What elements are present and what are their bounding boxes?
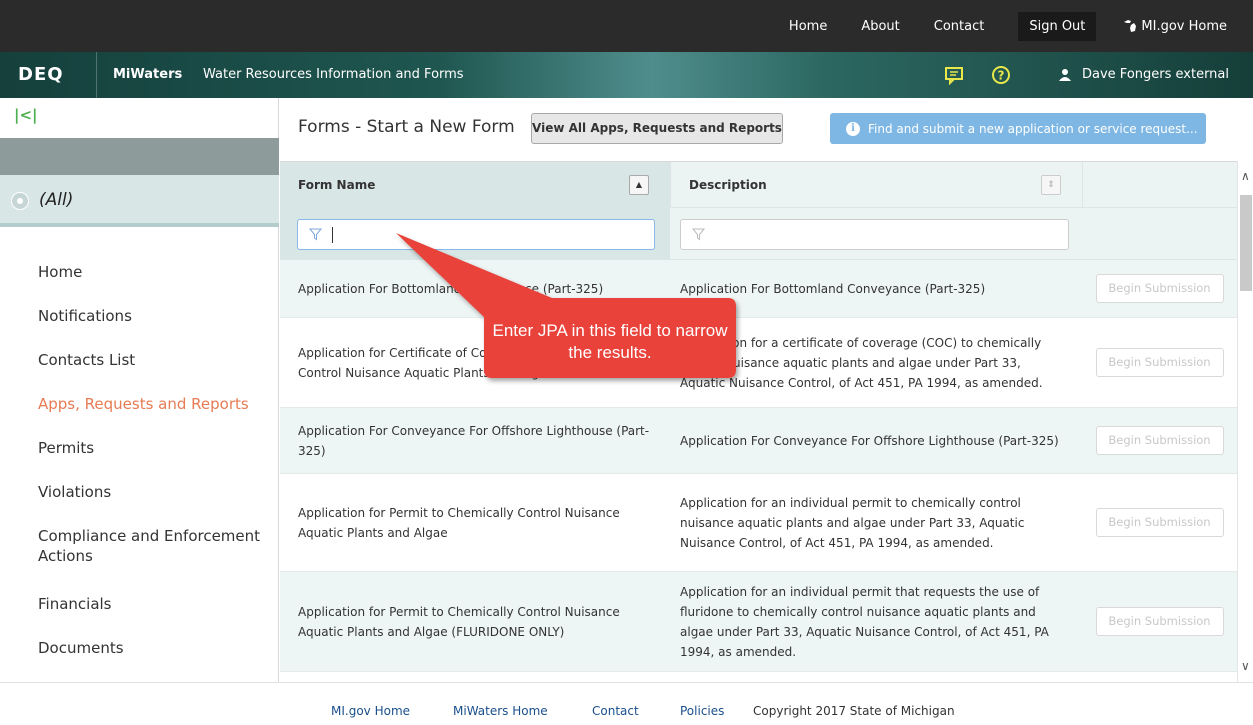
action-cell: Begin Submission	[1082, 408, 1237, 473]
sidebar-item-violations[interactable]: Violations	[38, 482, 278, 526]
table-row[interactable]: Application For Bottomland Conveyance (P…	[280, 260, 1237, 318]
sidebar-item-permits[interactable]: Permits	[38, 438, 278, 482]
begin-submission-button[interactable]: Begin Submission	[1095, 274, 1224, 303]
view-all-apps-button[interactable]: View All Apps, Requests and Reports	[531, 113, 783, 144]
app-name[interactable]: MiWaters	[113, 67, 182, 82]
sort-ascending-icon[interactable]: ▲	[629, 175, 649, 195]
user-name: Dave Fongers external	[1082, 67, 1229, 82]
sidebar-item-financials[interactable]: Financials	[38, 594, 278, 638]
column-header-form-name-label: Form Name	[298, 178, 376, 192]
sign-out-button[interactable]: Sign Out	[1018, 11, 1097, 41]
main-content: Forms - Start a New Form View All Apps, …	[280, 98, 1253, 682]
info-icon: i	[846, 121, 860, 136]
top-nav: Home About Contact Sign Out MI.gov Home	[789, 0, 1253, 52]
description-cell: Application for an individual permit tha…	[680, 584, 1049, 659]
filter-icon	[692, 228, 705, 241]
sort-neutral-icon[interactable]: ⇕	[1041, 175, 1061, 195]
table-row[interactable]: Application for Permit to Chemically Con…	[280, 474, 1237, 572]
table-row[interactable]: Application for Permit to Chemically Con…	[280, 572, 1237, 672]
begin-submission-button[interactable]: Begin Submission	[1095, 348, 1224, 377]
sidebar-item-home[interactable]: Home	[38, 262, 278, 306]
find-new-application-button[interactable]: i Find and submit a new application or s…	[830, 113, 1206, 144]
michigan-icon	[1124, 20, 1137, 32]
description-filter-input[interactable]	[680, 219, 1069, 250]
collapse-sidebar-icon[interactable]: |<|	[14, 106, 38, 124]
sidebar-item-apps-requests-reports[interactable]: Apps, Requests and Reports	[38, 394, 278, 438]
form-name-cell: Application for Permit to Chemically Con…	[298, 604, 620, 639]
footer: MI.gov Home MiWaters Home Contact Polici…	[0, 682, 1253, 725]
sidebar-menu: Home Notifications Contacts List Apps, R…	[38, 262, 278, 682]
sidebar-item-notifications[interactable]: Notifications	[38, 306, 278, 350]
column-header-description[interactable]: Description ⇕	[670, 162, 1082, 208]
table-scrollbar[interactable]: ∧ ∨	[1237, 161, 1253, 682]
deq-logo: DEQ	[18, 64, 64, 85]
forms-table: Form Name ▲ Description ⇕ Application Fo…	[280, 161, 1237, 682]
user-icon	[1059, 68, 1071, 81]
sidebar-header-band	[0, 138, 279, 175]
sidebar: |<| (All) Home Notifications Contacts Li…	[0, 98, 279, 682]
top-nav-bar: Home About Contact Sign Out MI.gov Home	[0, 0, 1253, 52]
action-cell: Begin Submission	[1082, 572, 1237, 671]
filter-row	[280, 208, 1237, 260]
column-header-form-name[interactable]: Form Name ▲	[280, 162, 670, 208]
migov-home-link[interactable]: MI.gov Home	[1122, 19, 1227, 34]
sidebar-item-contacts-list[interactable]: Contacts List	[38, 350, 278, 394]
app-subtitle: Water Resources Information and Forms	[203, 67, 464, 82]
sidebar-item-compliance-enforcement[interactable]: Compliance and Enforcement Actions	[38, 526, 278, 594]
migov-home-label: MI.gov Home	[1141, 18, 1227, 34]
feedback-icon[interactable]	[944, 65, 964, 85]
scroll-up-icon[interactable]: ∧	[1241, 169, 1250, 183]
sidebar-item-documents[interactable]: Documents	[38, 638, 278, 682]
help-icon[interactable]: ?	[991, 65, 1011, 85]
filter-icon	[309, 228, 322, 241]
sidebar-filter-all[interactable]: (All)	[0, 175, 279, 227]
form-name-filter-input[interactable]	[297, 219, 655, 250]
nav-contact-link[interactable]: Contact	[934, 19, 985, 34]
action-cell: Begin Submission	[1082, 318, 1237, 407]
description-cell: Application For Bottomland Conveyance (P…	[680, 281, 986, 296]
begin-submission-button[interactable]: Begin Submission	[1095, 508, 1224, 537]
description-cell: Application for an individual permit to …	[680, 495, 1025, 550]
begin-submission-button[interactable]: Begin Submission	[1095, 426, 1224, 455]
page-title: Forms - Start a New Form	[298, 117, 515, 137]
footer-contact-link[interactable]: Contact	[592, 704, 639, 718]
column-header-actions	[1082, 162, 1237, 208]
radio-icon[interactable]	[11, 192, 29, 210]
svg-text:?: ?	[998, 69, 1005, 83]
nav-home-link[interactable]: Home	[789, 19, 827, 34]
column-header-description-label: Description	[689, 178, 767, 192]
nav-about-link[interactable]: About	[861, 19, 899, 34]
form-name-cell: Application For Bottomland Conveyance (P…	[298, 281, 604, 296]
action-cell: Begin Submission	[1082, 474, 1237, 571]
footer-policies-link[interactable]: Policies	[680, 704, 724, 718]
footer-migov-link[interactable]: MI.gov Home	[331, 704, 410, 718]
footer-copyright: Copyright 2017 State of Michigan	[753, 704, 955, 718]
footer-miwaters-link[interactable]: MiWaters Home	[453, 704, 548, 718]
app-header: DEQ MiWaters Water Resources Information…	[0, 52, 1253, 98]
filter-all-label: (All)	[39, 190, 74, 210]
form-name-cell: Application for Permit to Chemically Con…	[298, 505, 620, 540]
find-new-application-label: Find and submit a new application or ser…	[868, 121, 1198, 136]
action-cell: Begin Submission	[1082, 260, 1237, 317]
description-cell: Application For Conveyance For Offshore …	[680, 433, 1059, 448]
begin-submission-button[interactable]: Begin Submission	[1095, 607, 1224, 636]
table-row[interactable]: Application for Certificate of Coverage …	[280, 318, 1237, 408]
scroll-down-icon[interactable]: ∨	[1241, 659, 1250, 673]
user-menu[interactable]: Dave Fongers external	[1058, 67, 1229, 82]
table-row[interactable]: Application For Conveyance For Offshore …	[280, 408, 1237, 474]
scrollbar-thumb[interactable]	[1240, 195, 1252, 291]
table-header: Form Name ▲ Description ⇕	[280, 162, 1237, 208]
header-divider	[96, 52, 97, 98]
form-name-cell: Application For Conveyance For Offshore …	[298, 423, 650, 458]
callout-text: Enter JPA in this field to narrow the re…	[492, 321, 728, 362]
text-cursor	[332, 226, 333, 243]
